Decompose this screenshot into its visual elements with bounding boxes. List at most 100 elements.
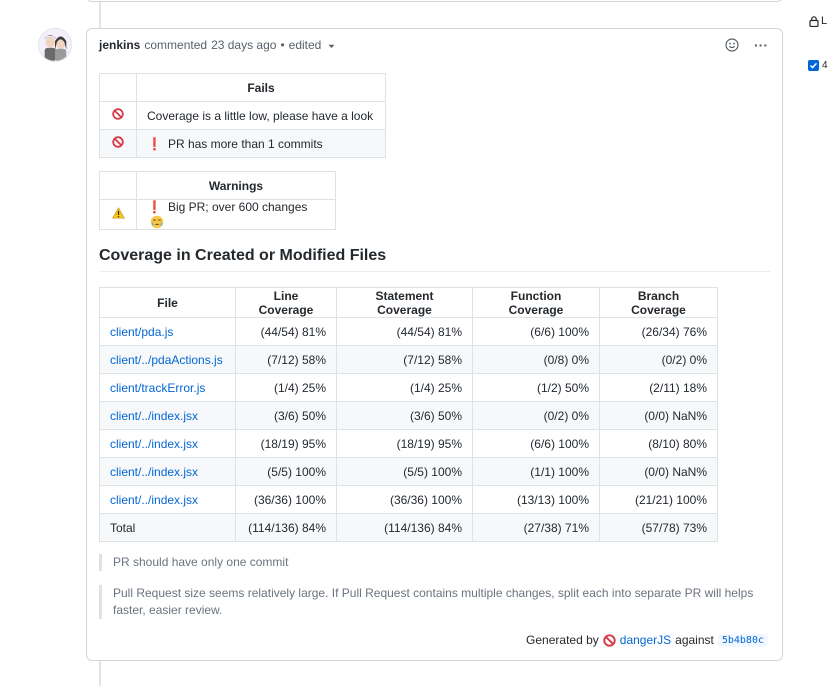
line-coverage-cell: (3/6) 50% [235,401,337,430]
table-row: client/../pdaActions.js (7/12) 58% (7/12… [99,345,718,374]
table-row: ❗ Big PR; over 600 changes [99,199,336,230]
message-blockquote: PR should have only one commit [99,554,759,571]
no-entry-icon [112,136,124,148]
warnings-icon-header [99,171,137,200]
author-link[interactable]: jenkins [99,38,140,52]
header-actions: ··· [724,37,770,53]
lock-conversation[interactable]: L [809,13,828,29]
fails-heading: Fails [136,73,386,102]
file-link[interactable]: client/../index.jsx [110,437,198,451]
no-entry-icon [603,633,616,647]
file-link[interactable]: client/pda.js [110,325,173,339]
chevron-down-icon [328,44,335,48]
column-header-function: Function Coverage [472,287,600,318]
comment-action: commented [144,37,208,52]
column-header-line: Line Coverage [235,287,337,318]
line-coverage-cell: (18/19) 95% [235,429,337,458]
comment-header: jenkins commented 23 days ago • edited ·… [87,29,782,60]
statement-coverage-cell: (36/36) 100% [336,485,473,514]
file-cell: client/../index.jsx [99,429,236,458]
table-row: Coverage is a little low, please have a … [99,101,386,130]
file-link[interactable]: client/../index.jsx [110,465,198,479]
lock-icon [809,15,819,27]
no-entry-icon [112,108,124,120]
column-header-statement: Statement Coverage [336,287,473,318]
branch-coverage-cell: (0/0) NaN% [599,457,718,486]
statement-coverage-cell: (18/19) 95% [336,429,473,458]
total-statement-coverage: (114/136) 84% [336,513,473,542]
sidebar-checkbox-item[interactable]: 4 [808,59,828,71]
crying-face-icon [150,215,164,229]
total-function-coverage: (27/38) 71% [472,513,600,542]
coverage-header-row: File Line Coverage Statement Coverage Fu… [99,287,718,318]
generated-by-label: Generated by [526,633,599,647]
file-cell: client/pda.js [99,317,236,346]
fail-icon-cell [99,129,137,158]
table-row: client/../index.jsx (3/6) 50% (3/6) 50% … [99,401,718,430]
warning-icon [111,207,125,219]
fail-message: Coverage is a little low, please have a … [136,101,386,130]
total-branch-coverage: (57/78) 73% [599,513,718,542]
coverage-table: File Line Coverage Statement Coverage Fu… [99,287,718,542]
file-link[interactable]: client/../index.jsx [110,493,198,507]
warning-text: Big PR; over 600 changes [167,200,308,214]
line-coverage-cell: (5/5) 100% [235,457,337,486]
file-link[interactable]: client/trackError.js [110,381,205,395]
function-coverage-cell: (13/13) 100% [472,485,600,514]
against-label: against [675,633,714,647]
file-link[interactable]: client/../index.jsx [110,409,198,423]
message-blockquote: Pull Request size seems relatively large… [99,585,759,619]
separator-dot: • [280,37,285,52]
fails-icon-header [99,73,137,102]
fails-table: Fails Coverage is a little low, please h… [99,73,386,158]
statement-coverage-cell: (5/5) 100% [336,457,473,486]
table-row: client/../index.jsx (18/19) 95% (18/19) … [99,429,718,458]
table-row: client/../index.jsx (36/36) 100% (36/36)… [99,485,718,514]
add-reaction-button[interactable] [724,37,740,53]
total-row: Total (114/136) 84% (114/136) 84% (27/38… [99,513,718,542]
footer: Generated by dangerJS against 5b4b80c [526,633,768,647]
edited-dropdown[interactable]: edited [289,38,335,52]
fail-text: Coverage is a little low, please have a … [147,108,374,123]
more-options-button[interactable]: ··· [752,37,770,53]
lock-label: L [821,15,828,27]
table-row: client/pda.js (44/54) 81% (44/54) 81% (6… [99,317,718,346]
branch-coverage-cell: (0/2) 0% [599,345,718,374]
file-cell: client/../index.jsx [99,401,236,430]
file-cell: client/../index.jsx [99,485,236,514]
checkbox-checked[interactable] [808,59,819,71]
total-label: Total [99,513,236,542]
statement-coverage-cell: (7/12) 58% [336,345,473,374]
statement-coverage-cell: (3/6) 50% [336,401,473,430]
comment-time[interactable]: 23 days ago [211,38,276,52]
comment-card: jenkins commented 23 days ago • edited ·… [86,28,783,661]
statement-coverage-cell: (1/4) 25% [336,373,473,402]
function-coverage-cell: (6/6) 100% [472,317,600,346]
smiley-icon [725,37,739,52]
branch-coverage-cell: (0/0) NaN% [599,401,718,430]
coverage-heading: Coverage in Created or Modified Files [99,247,770,272]
function-coverage-cell: (1/1) 100% [472,457,600,486]
fail-text: PR has more than 1 commits [167,136,323,151]
warning-icon-cell [99,199,137,230]
checkbox-label: 4 [822,59,828,71]
function-coverage-cell: (6/6) 100% [472,429,600,458]
branch-coverage-cell: (2/11) 18% [599,373,718,402]
avatar[interactable] [38,28,72,62]
file-link[interactable]: client/../pdaActions.js [110,353,223,367]
table-row: ❗ PR has more than 1 commits [99,129,386,158]
avatar-image [39,29,71,61]
commit-sha-link[interactable]: 5b4b80c [717,633,768,647]
dangerjs-link[interactable]: dangerJS [620,633,671,647]
statement-coverage-cell: (44/54) 81% [336,317,473,346]
table-row: client/trackError.js (1/4) 25% (1/4) 25%… [99,373,718,402]
warning-message: ❗ Big PR; over 600 changes [136,199,336,230]
total-line-coverage: (114/136) 84% [235,513,337,542]
line-coverage-cell: (7/12) 58% [235,345,337,374]
fail-message: ❗ PR has more than 1 commits [136,129,386,158]
previous-comment-edge [86,0,783,2]
file-cell: client/../pdaActions.js [99,345,236,374]
function-coverage-cell: (1/2) 50% [472,373,600,402]
column-header-branch: Branch Coverage [599,287,718,318]
function-coverage-cell: (0/8) 0% [472,345,600,374]
